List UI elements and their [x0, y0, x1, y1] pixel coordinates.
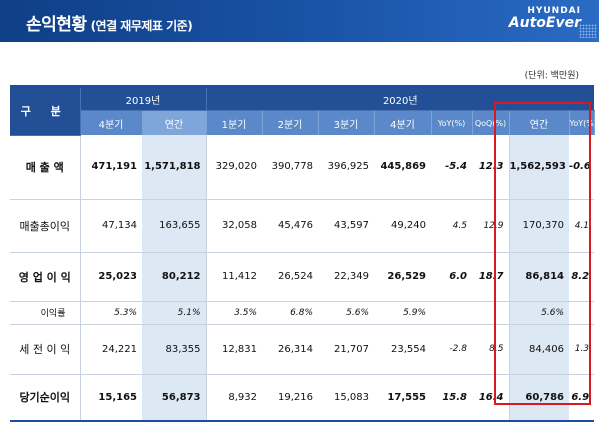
- table-cell: 4.5: [431, 199, 472, 253]
- corner-header: 구 분: [10, 88, 81, 136]
- page-header: 손익현황 (연결 재무제표 기준) HYUNDAI AutoEver: [0, 0, 599, 42]
- table-cell: 45,476: [262, 199, 318, 253]
- table-cell: 49,240: [374, 199, 431, 253]
- dot-pattern-decoration: [579, 24, 597, 38]
- table-cell: 390,778: [262, 135, 318, 200]
- col-header: 2분기: [262, 110, 319, 135]
- table-cell: 15,165: [80, 374, 142, 422]
- table-cell: 80,212: [142, 252, 207, 302]
- table-cell: 32,058: [206, 199, 262, 253]
- table-cell: 6.8%: [262, 301, 318, 325]
- table-cell: 15,083: [318, 374, 374, 422]
- table-cell: 163,655: [142, 199, 207, 253]
- row-label: 매출총이익: [10, 199, 81, 253]
- table-cell: 11,412: [206, 252, 262, 302]
- table-cell: 26,314: [262, 324, 318, 375]
- row-label: 이익률: [10, 301, 81, 325]
- table-cell: 5.3%: [80, 301, 142, 325]
- table-cell: 471,191: [80, 135, 142, 200]
- table-cell: 83,355: [142, 324, 207, 375]
- table-cell: 24,221: [80, 324, 142, 375]
- table-cell: 19,216: [262, 374, 318, 422]
- table-cell: 3.5%: [206, 301, 262, 325]
- table-cell: 25,023: [80, 252, 142, 302]
- logo-bottom-text: AutoEver: [508, 15, 581, 31]
- table-cell: -5.4: [431, 135, 472, 200]
- row-label: 매 출 액: [10, 135, 81, 200]
- table-cell: 445,869: [374, 135, 431, 200]
- title-subtitle: (연결 재무제표 기준): [90, 19, 193, 33]
- table-cell: 1,571,818: [142, 135, 207, 200]
- table-cell: 26,524: [262, 252, 318, 302]
- company-logo: HYUNDAI AutoEver: [509, 6, 581, 31]
- table-cell: 23,554: [374, 324, 431, 375]
- table-cell: 22,349: [318, 252, 374, 302]
- table-cell: 5.6%: [318, 301, 374, 325]
- table-cell: 6.0: [431, 252, 472, 302]
- unit-label: (단위: 백만원): [524, 71, 579, 81]
- title-text: 손익현황: [26, 15, 87, 35]
- table-cell: 396,925: [318, 135, 374, 200]
- year-2019-header: 2019년: [80, 88, 207, 111]
- table-cell: 56,873: [142, 374, 207, 422]
- table-cell: 21,707: [318, 324, 374, 375]
- row-label: 당기순이익: [10, 374, 81, 422]
- col-header: YoY(%): [431, 110, 473, 135]
- table-cell: 43,597: [318, 199, 374, 253]
- row-label: 영 업 이 익: [10, 252, 81, 302]
- col-header: 1분기: [206, 110, 263, 135]
- col-header: 4분기: [80, 110, 143, 135]
- table-cell: 5.1%: [142, 301, 207, 325]
- table-cell: 15.8: [431, 374, 472, 422]
- annual-highlight-box: [494, 102, 591, 405]
- col-header: 3분기: [318, 110, 375, 135]
- table-cell: 47,134: [80, 199, 142, 253]
- page-title: 손익현황 (연결 재무제표 기준): [26, 10, 193, 35]
- table-cell: 26,529: [374, 252, 431, 302]
- table-cell: 5.9%: [374, 301, 431, 325]
- table-cell: 329,020: [206, 135, 262, 200]
- table-cell: 12,831: [206, 324, 262, 375]
- table-cell: [431, 301, 472, 325]
- table-cell: 17,555: [374, 374, 431, 422]
- table-cell: -2.8: [431, 324, 472, 375]
- table-cell: 8,932: [206, 374, 262, 422]
- col-header: 4분기: [374, 110, 432, 135]
- col-header: 연간: [142, 110, 207, 135]
- row-label: 세 전 이 익: [10, 324, 81, 375]
